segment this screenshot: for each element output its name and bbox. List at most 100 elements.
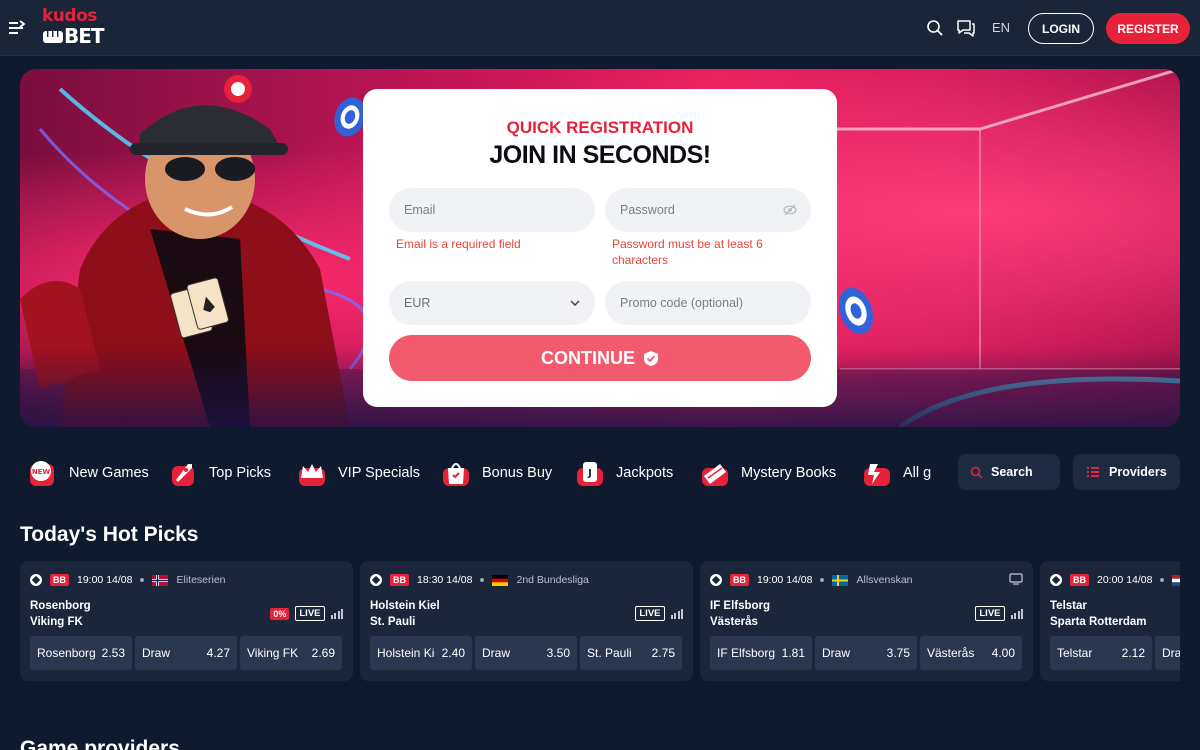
register-button[interactable]: REGISTER (1106, 13, 1190, 44)
category-label: Jackpots (616, 465, 674, 481)
odd-draw-button[interactable]: Draw 3.50 (475, 636, 577, 670)
odd-draw-button[interactable]: Draw 4.27 (135, 636, 237, 670)
login-button[interactable]: LOGIN (1028, 13, 1094, 44)
match-card[interactable]: BB 19:00 14/08 Eliteserien Rosenborg Vik… (20, 561, 353, 681)
currency-value: EUR (404, 296, 431, 310)
rocket-icon (168, 458, 198, 488)
odd-label: Draw (482, 646, 511, 660)
odd-value: 1.81 (781, 646, 805, 660)
match-meta: BB 20:00 14/08 (1050, 573, 1180, 587)
away-team: St. Pauli (370, 616, 416, 628)
live-indicators: LIVE (975, 606, 1023, 621)
odd-away-button[interactable]: St. Pauli 2.75 (580, 636, 682, 670)
hide-password-icon[interactable] (783, 203, 797, 217)
match-meta: BB 19:00 14/08 Eliteserien (30, 573, 226, 587)
odd-home-button[interactable]: Telstar 2.12 (1050, 636, 1152, 670)
separator-dot (480, 578, 485, 582)
category-mystery-books[interactable]: Mystery Books (700, 458, 836, 488)
match-time: 18:30 (417, 574, 444, 586)
svg-text:J: J (587, 468, 592, 479)
odd-home-button[interactable]: Rosenborg 2.53 (30, 636, 132, 670)
category-label: Bonus Buy (482, 465, 553, 481)
odds-row: Telstar 2.12 Draw (1050, 636, 1180, 670)
search-label: Search (991, 465, 1033, 479)
match-card[interactable]: BB 20:00 14/08 Telstar Sparta Rotterdam … (1040, 561, 1180, 681)
hot-picks-title: Today's Hot Picks (20, 523, 199, 546)
match-date: 14/08 (446, 574, 473, 586)
live-badge: LIVE (975, 606, 1005, 621)
registration-title: JOIN IN SECONDS! (489, 141, 711, 169)
live-badge: LIVE (635, 606, 665, 621)
kudosbet-logo[interactable]: kudos BET (42, 8, 114, 48)
category-label: Top Picks (209, 465, 272, 481)
match-teams: Rosenborg Viking FK (30, 598, 91, 630)
separator-dot (1160, 578, 1165, 582)
match-card[interactable]: BB 18:30 14/08 2nd Bundesliga Holstein K… (360, 561, 693, 681)
category-new-games[interactable]: NEW New Games (28, 458, 149, 488)
odd-home-button[interactable]: IF Elfsborg 1.81 (710, 636, 812, 670)
providers-button[interactable]: Providers (1073, 454, 1180, 490)
category-all-games[interactable]: All g (862, 458, 931, 488)
home-team: Telstar (1050, 600, 1087, 612)
svg-text:NEW: NEW (32, 468, 51, 476)
odd-home-button[interactable]: Holstein Kiel 2.40 (370, 636, 472, 670)
odd-draw-button[interactable]: Draw (1155, 636, 1180, 670)
chat-icon[interactable] (956, 19, 976, 37)
menu-toggle-icon[interactable] (8, 18, 26, 38)
quick-registration-form: QUICK REGISTRATION JOIN IN SECONDS! Emai… (363, 89, 837, 407)
odd-away-button[interactable]: Viking FK 2.69 (240, 636, 342, 670)
live-indicators: LIVE (635, 606, 683, 621)
category-bonus-buy[interactable]: Bonus Buy (441, 458, 552, 488)
category-top-picks[interactable]: Top Picks (168, 458, 271, 488)
odd-label: Viking FK (247, 646, 299, 660)
margin-badge: 0% (270, 607, 290, 620)
logo-text-top: kudos (42, 6, 97, 26)
game-providers-title: Game providers (20, 737, 180, 750)
continue-label: CONTINUE (541, 347, 635, 368)
bb-badge: BB (730, 574, 749, 586)
match-time: 19:00 (77, 574, 104, 586)
email-placeholder: Email (404, 203, 436, 217)
stats-icon[interactable] (1010, 608, 1023, 619)
promo-placeholder: Promo code (optional) (620, 296, 743, 310)
password-error: Password must be at least 6 characters (612, 237, 763, 267)
match-teams: Holstein Kiel St. Pauli (370, 598, 440, 630)
odd-label: Draw (142, 646, 171, 660)
bb-badge: BB (50, 574, 69, 586)
games-search-button[interactable]: Search (958, 454, 1060, 490)
odd-value: 2.12 (1121, 646, 1145, 660)
category-label: All g (903, 465, 932, 481)
logo-text-bottom: BET (42, 26, 114, 46)
category-vip-specials[interactable]: VIP Specials (297, 458, 420, 488)
match-meta: BB 19:00 14/08 Allsvenskan (710, 573, 913, 587)
providers-label: Providers (1109, 465, 1167, 479)
away-team: Västerås (710, 616, 758, 628)
continue-button[interactable]: CONTINUE (389, 335, 811, 381)
football-icon (370, 574, 382, 586)
email-field[interactable]: Email (389, 188, 595, 232)
football-icon (710, 574, 722, 586)
stats-icon[interactable] (330, 608, 343, 619)
shield-check-icon (644, 350, 658, 366)
promo-code-field[interactable]: Promo code (optional) (605, 281, 811, 325)
currency-select[interactable]: EUR (389, 281, 595, 325)
password-field[interactable]: Password (605, 188, 811, 232)
tv-stream-icon[interactable] (1009, 573, 1023, 585)
category-label: New Games (69, 465, 149, 481)
league-name: Eliteserien (176, 574, 226, 586)
netherlands-flag-icon (1172, 574, 1180, 586)
separator-dot (140, 578, 145, 582)
language-selector[interactable]: EN (992, 20, 1010, 35)
odd-value: 3.50 (546, 646, 570, 660)
match-date: 14/08 (106, 574, 133, 586)
game-category-nav: NEW New Games Top Picks VIP Specials Bon… (0, 446, 950, 500)
odd-draw-button[interactable]: Draw 3.75 (815, 636, 917, 670)
match-meta: BB 18:30 14/08 2nd Bundesliga (370, 573, 589, 587)
category-jackpots[interactable]: J Jackpots (575, 458, 673, 488)
stats-icon[interactable] (670, 608, 683, 619)
match-card[interactable]: BB 19:00 14/08 Allsvenskan IF Elfsborg V… (700, 561, 1033, 681)
odd-value: 2.53 (101, 646, 125, 660)
search-icon[interactable] (926, 19, 944, 37)
home-team: Rosenborg (30, 600, 91, 612)
odd-away-button[interactable]: Västerås 4.00 (920, 636, 1022, 670)
